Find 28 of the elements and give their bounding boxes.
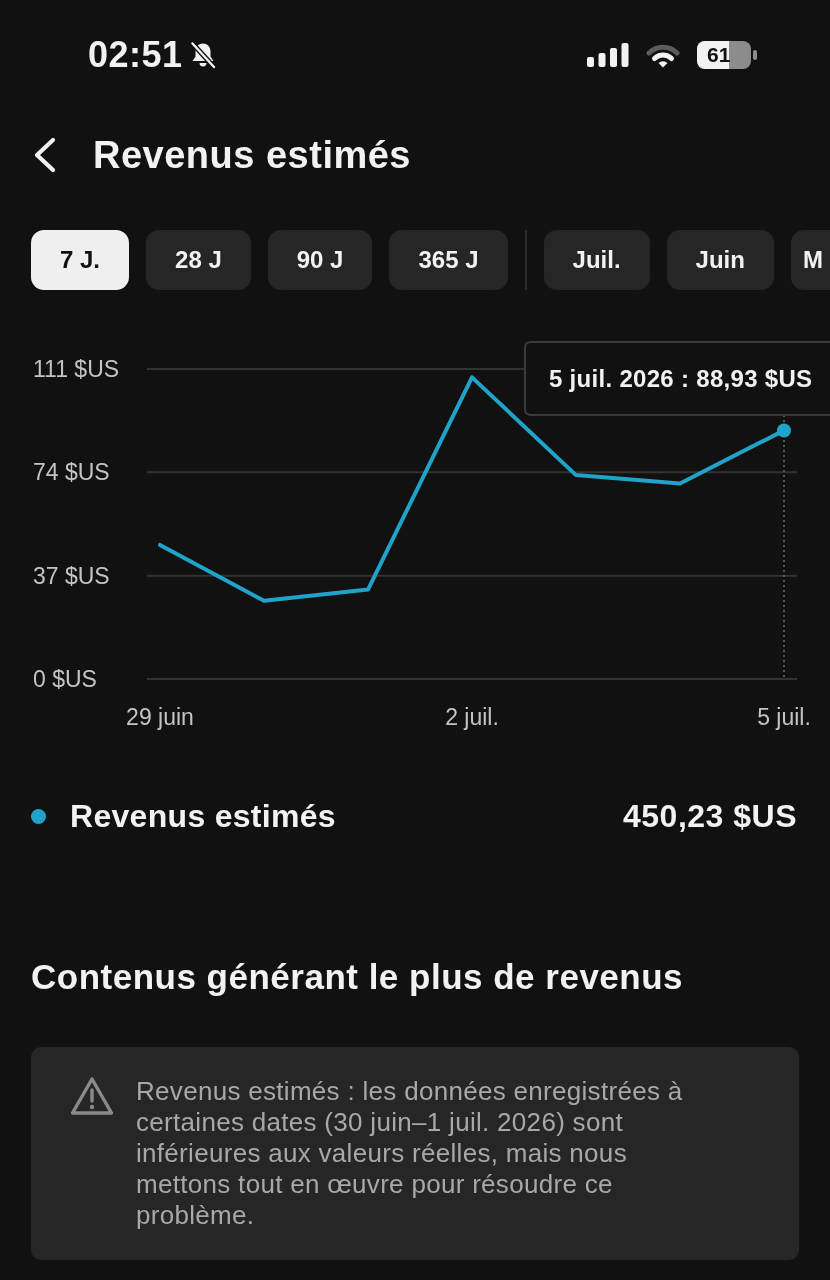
x-axis-label: 5 juil. (757, 704, 811, 730)
legend-label: Revenus estimés (70, 797, 336, 835)
battery-icon (697, 41, 757, 69)
month-tab[interactable]: M (790, 230, 830, 290)
warning-icon (70, 1076, 114, 1116)
signal-bars-icon (587, 43, 629, 67)
total-value: 450,23 $US (623, 797, 797, 835)
x-axis-label: 2 juil. (445, 704, 499, 730)
battery-percentage: 61 (707, 43, 731, 67)
x-axis-label: 29 juin (126, 704, 194, 730)
month-tab[interactable]: Juil. (543, 230, 650, 290)
status-time: 02:51 (88, 34, 183, 76)
page-title: Revenus estimés (93, 133, 411, 177)
period-tab[interactable]: 7 J. (31, 230, 130, 290)
period-tab[interactable]: 28 J (146, 230, 251, 290)
tooltip-text: 5 juil. 2026 : 88,93 $US (549, 365, 813, 392)
point-marker-icon (777, 423, 791, 438)
month-tab[interactable]: Juin (666, 230, 774, 290)
y-axis-label: 0 $US (33, 666, 97, 692)
y-axis-label: 74 $US (33, 459, 110, 486)
section-title: Contenus générant le plus de revenus (31, 956, 684, 998)
y-axis-label: 37 $US (33, 562, 110, 589)
period-tab[interactable]: 365 J (389, 230, 508, 290)
back-chevron-icon[interactable] (33, 137, 57, 173)
wifi-icon (646, 42, 680, 68)
period-tab[interactable]: 90 J (267, 230, 373, 290)
y-axis-label: 111 $US (33, 356, 120, 382)
notice-text: Revenus estimés : les données enregistrées à certaines dates (30 juin–1 juil. 2026) sont inférieures aux valeurs réelles, mais nous mettons tout en œuvre pour résoudre ce problème. (136, 1076, 684, 1231)
